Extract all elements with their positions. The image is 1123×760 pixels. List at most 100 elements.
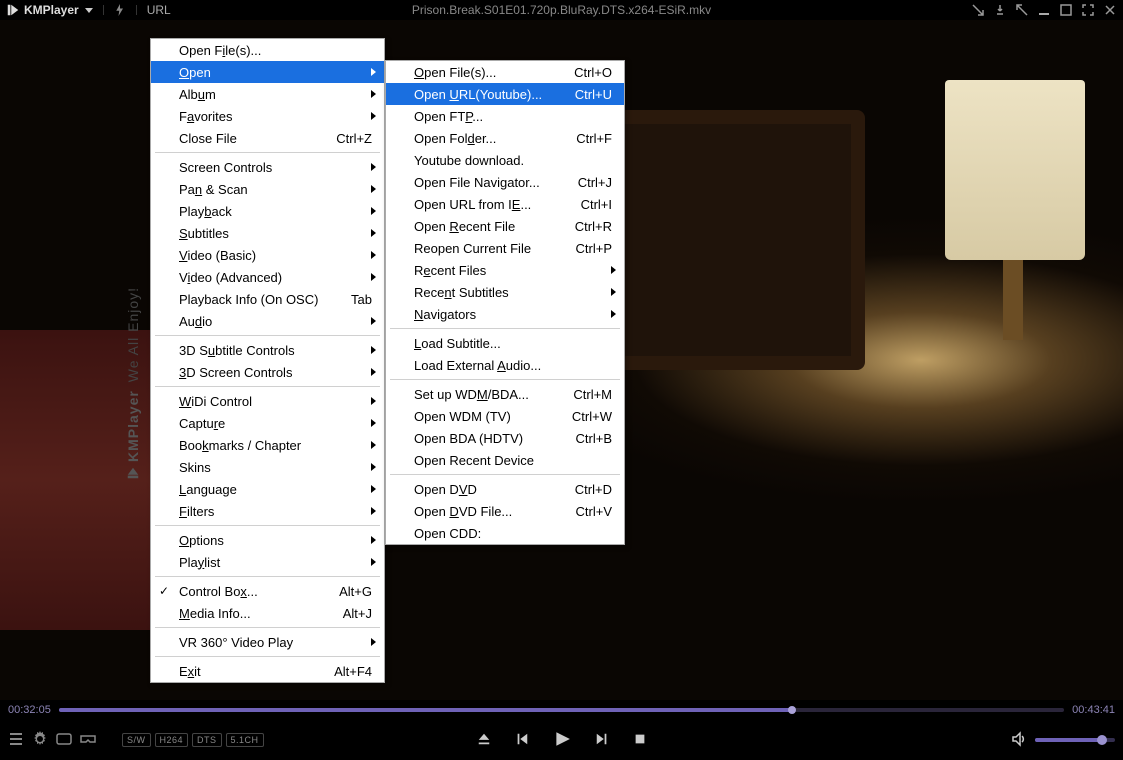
menu-item-shortcut: Ctrl+M [573,387,612,402]
menu-item-label: Playback [179,204,372,219]
menu-item[interactable]: Close FileCtrl+Z [151,127,384,149]
menu-separator [155,627,380,628]
menu-item-shortcut: Alt+G [339,584,372,599]
previous-button[interactable] [515,732,529,749]
play-button[interactable] [553,730,571,751]
menu-item[interactable]: Open CDD: [386,522,624,544]
menu-item-label: Favorites [179,109,372,124]
chevron-right-icon [371,368,376,376]
menu-item[interactable]: Filters [151,500,384,522]
pin-topleft-icon[interactable] [1015,3,1029,17]
menu-item[interactable]: Youtube download. [386,149,624,171]
menu-item[interactable]: Video (Basic) [151,244,384,266]
volume-slider[interactable] [1035,738,1115,742]
menu-item[interactable]: WiDi Control [151,390,384,412]
menu-item-shortcut: Ctrl+O [574,65,612,80]
chevron-right-icon [371,68,376,76]
menu-item[interactable]: 3D Subtitle Controls [151,339,384,361]
minimize-button[interactable] [1037,3,1051,17]
volume-icon[interactable] [1011,731,1027,750]
menu-item[interactable]: Playback Info (On OSC)Tab [151,288,384,310]
maximize-button[interactable] [1059,3,1073,17]
menu-item[interactable]: Media Info...Alt+J [151,602,384,624]
open-submenu[interactable]: Open File(s)...Ctrl+OOpen URL(Youtube)..… [385,60,625,545]
app-menu-button[interactable]: KMPlayer [6,3,93,17]
menu-item-shortcut: Ctrl+J [578,175,612,190]
menu-item-label: Load Subtitle... [414,336,612,351]
context-menu[interactable]: Open File(s)...OpenAlbum Favorites Close F… [150,38,385,683]
menu-item[interactable]: VR 360° Video Play [151,631,384,653]
next-button[interactable] [595,732,609,749]
menu-item[interactable]: 3D Screen Controls [151,361,384,383]
close-button[interactable] [1103,3,1117,17]
settings-icon[interactable] [32,731,48,750]
menu-item[interactable]: Open DVD File... Ctrl+V [386,500,624,522]
menu-separator [155,335,380,336]
menu-item[interactable]: Navigators [386,303,624,325]
menu-item[interactable]: Recent Subtitles [386,281,624,303]
menu-item-label: Video (Advanced) [179,270,372,285]
codec-badge: S/W [122,733,151,747]
menu-item[interactable]: Reopen Current FileCtrl+P [386,237,624,259]
menu-item[interactable]: Open Recent Device [386,449,624,471]
seek-bar[interactable] [59,708,1064,712]
menu-item-label: Bookmarks / Chapter [179,438,372,453]
menu-item[interactable]: Open File(s)... [151,39,384,61]
lightning-icon[interactable] [114,4,126,16]
vr-icon[interactable] [80,731,96,750]
chevron-right-icon [611,288,616,296]
menu-item[interactable]: Screen Controls [151,156,384,178]
menu-item[interactable]: Open [151,61,384,83]
menu-item-shortcut: Ctrl+V [576,504,612,519]
menu-item[interactable]: Open FTP... [386,105,624,127]
menu-item[interactable]: Open Recent FileCtrl+R [386,215,624,237]
menu-item-label: Open DVD File... [414,504,556,519]
menu-item-label: Open BDA (HDTV) [414,431,556,446]
menu-item[interactable]: Load Subtitle... [386,332,624,354]
stop-button[interactable] [633,732,647,749]
menu-item[interactable]: Album [151,83,384,105]
menu-item[interactable]: Open File Navigator...Ctrl+J [386,171,624,193]
menu-item[interactable]: Playback [151,200,384,222]
menu-separator [390,328,620,329]
menu-item[interactable]: Open WDM (TV)Ctrl+W [386,405,624,427]
playlist-icon[interactable] [8,731,24,750]
pin-bottomright-icon[interactable] [971,3,985,17]
menu-item[interactable]: Skins [151,456,384,478]
menu-item-label: Skins [179,460,372,475]
menu-item[interactable]: Subtitles [151,222,384,244]
menu-item[interactable]: Open DVDCtrl+D [386,478,624,500]
menu-item[interactable]: Audio [151,310,384,332]
pin-icon[interactable] [993,3,1007,17]
menu-item-shortcut: Alt+J [343,606,372,621]
menu-item[interactable]: Set up WDM/BDA...Ctrl+M [386,383,624,405]
menu-item[interactable]: Open Folder...Ctrl+F [386,127,624,149]
menu-item[interactable]: Pan & Scan [151,178,384,200]
menu-item[interactable]: Playlist [151,551,384,573]
eject-button[interactable] [477,732,491,749]
menu-item-label: Navigators [414,307,612,322]
menu-item[interactable]: Options [151,529,384,551]
menu-item[interactable]: Open BDA (HDTV)Ctrl+B [386,427,624,449]
menu-item[interactable]: Recent Files [386,259,624,281]
menu-item[interactable]: Open URL(Youtube)...Ctrl+U [386,83,624,105]
chevron-right-icon [371,419,376,427]
menu-item-label: Recent Files [414,263,612,278]
menu-item[interactable]: Control Box...Alt+G [151,580,384,602]
menu-item[interactable]: Load External Audio... [386,354,624,376]
menu-item[interactable]: ExitAlt+F4 [151,660,384,682]
menu-item[interactable]: Open File(s)...Ctrl+O [386,61,624,83]
url-button[interactable]: URL [147,3,171,17]
menu-item[interactable]: Favorites [151,105,384,127]
codec-badge: 5.1CH [226,733,264,747]
menu-item[interactable]: Capture [151,412,384,434]
fullscreen-button[interactable] [1081,3,1095,17]
menu-item[interactable]: Video (Advanced) [151,266,384,288]
chevron-right-icon [371,229,376,237]
album-icon[interactable] [56,731,72,750]
chevron-right-icon [371,558,376,566]
menu-item[interactable]: Bookmarks / Chapter [151,434,384,456]
menu-item[interactable]: Open URL from IE...Ctrl+I [386,193,624,215]
menu-item[interactable]: Language [151,478,384,500]
menu-item-label: Screen Controls [179,160,372,175]
